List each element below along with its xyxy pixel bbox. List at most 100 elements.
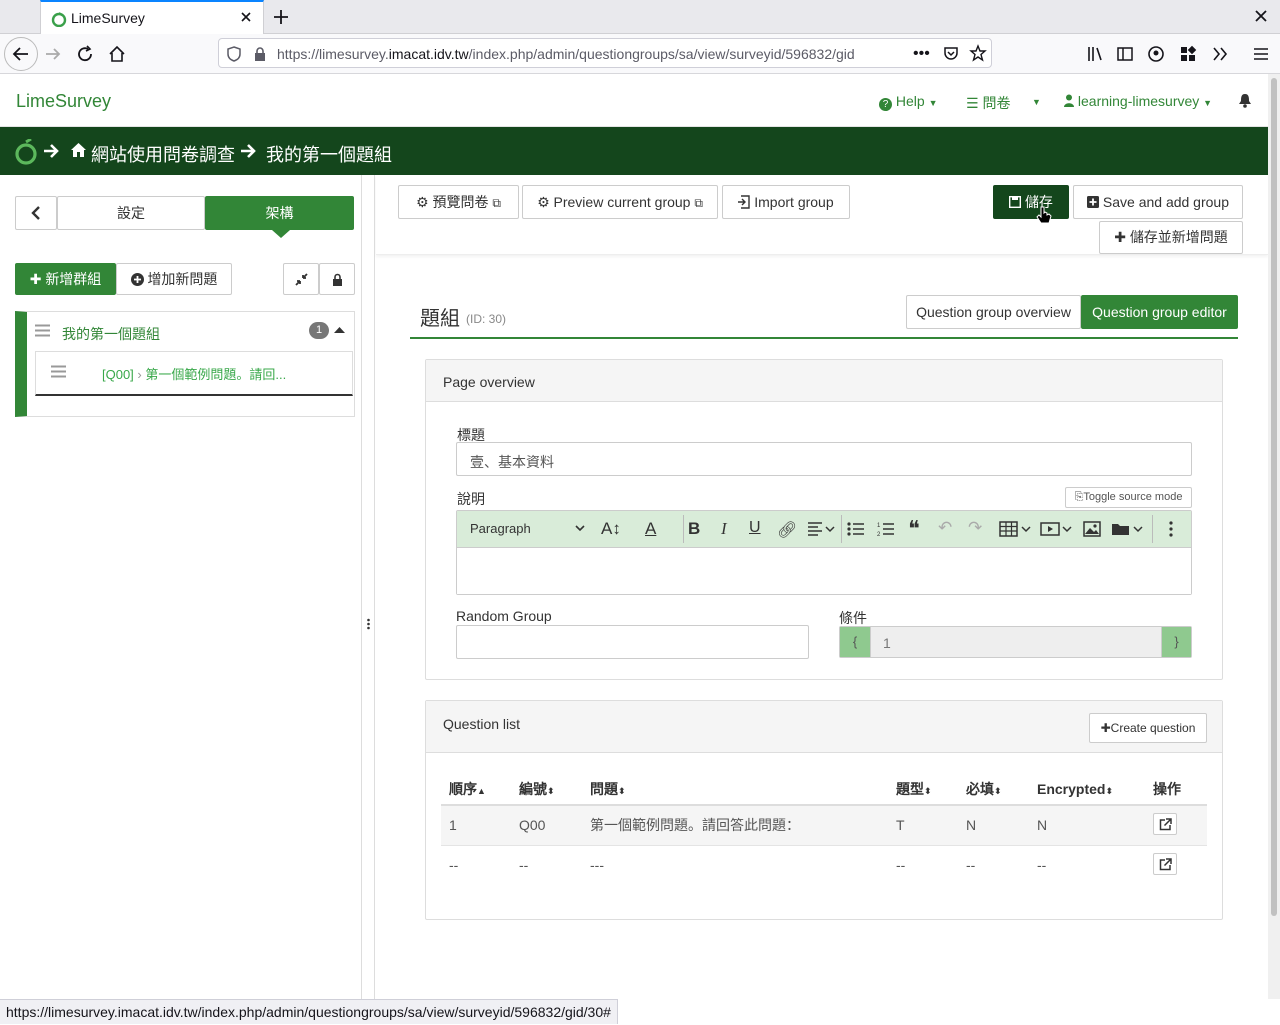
page-scrollbar[interactable] <box>1268 74 1280 999</box>
redo-icon[interactable]: ↷ <box>968 518 982 538</box>
scrollbar-thumb[interactable] <box>1271 78 1277 916</box>
browser-tab-bar: LimeSurvey <box>0 0 1280 34</box>
home-icon[interactable] <box>108 45 126 63</box>
overflow-chevron-icon[interactable] <box>1211 45 1229 63</box>
sidebar-resize-handle[interactable] <box>362 175 375 999</box>
column-header-encrypted[interactable]: Encrypted⬍ <box>1029 773 1145 806</box>
font-color-icon[interactable]: A <box>645 519 656 539</box>
description-editor-area[interactable] <box>457 549 1191 594</box>
column-header-question[interactable]: 問題⬍ <box>582 773 888 806</box>
reload-icon[interactable] <box>76 45 94 63</box>
question-list-panel: Question list ✚Create question 順序▲ 編號⬍ 問… <box>425 700 1223 920</box>
underline-icon[interactable]: U <box>749 519 761 537</box>
paragraph-format-select[interactable]: Paragraph <box>470 521 531 536</box>
random-group-input[interactable] <box>456 625 809 659</box>
app-header: LimeSurvey ? Help ▼ ☰ 問卷 ▼ learning-lime… <box>0 74 1268 127</box>
surveys-menu[interactable]: ☰ 問卷 <box>966 93 1010 113</box>
svg-text:2: 2 <box>877 532 881 537</box>
sidebar: 設定 架構 ✚ 新增群組 增加新問題 我的第一個題組 1 [Q00] › 第一個… <box>0 175 362 999</box>
pocket-icon[interactable] <box>943 45 959 61</box>
table-cell: 1 <box>441 804 511 845</box>
page-actions-icon[interactable]: ••• <box>913 45 930 63</box>
user-menu[interactable]: learning-limesurvey ▼ <box>1064 93 1212 109</box>
undo-icon[interactable]: ↶ <box>938 518 952 538</box>
caret-up-icon[interactable] <box>334 326 345 334</box>
font-size-icon[interactable]: A↕ <box>601 519 621 539</box>
preview-survey-button[interactable]: ⚙ 預覽問卷 ⧉ <box>398 185 519 219</box>
save-and-add-group-button[interactable]: Save and add group <box>1073 185 1243 219</box>
extensions-icon[interactable] <box>1179 45 1197 63</box>
bulleted-list-icon[interactable] <box>847 521 865 537</box>
table-icon[interactable] <box>999 521 1031 537</box>
arrow-right-icon <box>240 142 256 160</box>
active-tab-pointer <box>272 230 290 238</box>
column-header-type[interactable]: 題型⬍ <box>888 773 958 806</box>
add-group-button[interactable]: ✚ 新增群組 <box>15 263 116 295</box>
import-group-button[interactable]: Import group <box>722 185 850 219</box>
save-button[interactable]: 儲存 <box>993 185 1069 219</box>
numbered-list-icon[interactable]: 12 <box>877 521 895 537</box>
create-question-button[interactable]: ✚Create question <box>1089 713 1207 743</box>
gear-icon: ⚙ <box>537 194 550 210</box>
italic-icon[interactable]: I <box>721 519 727 539</box>
limesurvey-favicon-icon <box>51 11 67 27</box>
column-header-mandatory[interactable]: 必填⬍ <box>958 773 1029 806</box>
column-header-code[interactable]: 編號⬍ <box>511 773 582 806</box>
library-icon[interactable] <box>1086 45 1104 63</box>
group-name[interactable]: 我的第一個題組 <box>62 324 160 344</box>
title-input[interactable]: 壹、基本資料 <box>456 442 1192 476</box>
open-question-button[interactable] <box>1153 812 1177 835</box>
toolbar-divider <box>841 515 842 543</box>
external-link-icon <box>1159 818 1172 831</box>
lock-icon[interactable] <box>253 46 267 62</box>
collapse-sidebar-button[interactable] <box>15 196 57 230</box>
add-question-button[interactable]: 增加新問題 <box>116 263 232 295</box>
toggle-source-mode-button[interactable]: ⎘Toggle source mode <box>1065 487 1192 508</box>
drag-handle-icon[interactable] <box>35 324 50 337</box>
bold-icon[interactable]: B <box>688 519 700 539</box>
file-manager-icon[interactable] <box>1111 521 1143 537</box>
browser-tab[interactable]: LimeSurvey <box>40 0 264 34</box>
tab-structure[interactable]: 架構 <box>205 196 354 230</box>
table-cell: Q00 <box>511 804 582 845</box>
more-options-icon[interactable] <box>1169 521 1173 537</box>
link-icon[interactable]: 🔗︎ <box>777 520 797 540</box>
condition-input-group[interactable]: { 1 } <box>839 626 1192 658</box>
collapse-all-button[interactable] <box>283 263 319 295</box>
shield-icon[interactable] <box>227 46 241 62</box>
open-question-button[interactable] <box>1153 852 1177 875</box>
table-cell: N <box>958 804 1029 845</box>
sidebar-toggle-icon[interactable] <box>1116 45 1134 63</box>
back-icon[interactable] <box>4 37 38 71</box>
image-icon[interactable] <box>1083 521 1101 537</box>
tab-group-overview[interactable]: Question group overview <box>906 295 1081 329</box>
preview-group-button[interactable]: ⚙ Preview current group ⧉ <box>522 185 718 219</box>
drag-handle-icon[interactable] <box>51 365 66 378</box>
close-window-icon[interactable] <box>1254 9 1268 23</box>
url-bar[interactable]: https://limesurvey.imacat.idv.tw/index.p… <box>218 38 992 68</box>
save-and-add-question-button[interactable]: ✚ 儲存並新增問題 <box>1099 221 1243 254</box>
align-icon[interactable] <box>807 521 835 537</box>
tab-group-editor[interactable]: Question group editor <box>1081 295 1238 329</box>
media-embed-icon[interactable] <box>1040 521 1072 537</box>
lock-order-button[interactable] <box>319 263 355 295</box>
hamburger-menu-icon[interactable] <box>1252 45 1270 63</box>
table-cell <box>1145 804 1207 845</box>
account-icon[interactable] <box>1147 45 1165 63</box>
bookmark-star-icon[interactable] <box>969 44 987 62</box>
breadcrumb-survey[interactable]: 網站使用問卷調查 <box>91 141 235 167</box>
forward-icon[interactable] <box>44 45 62 63</box>
blockquote-icon[interactable]: ❝ <box>908 516 920 542</box>
new-tab-icon[interactable] <box>272 8 290 26</box>
surveys-dropdown-caret[interactable]: ▼ <box>1032 97 1041 107</box>
help-menu[interactable]: ? Help ▼ <box>879 93 938 111</box>
limesurvey-logo-icon[interactable] <box>14 139 38 165</box>
close-tab-icon[interactable] <box>239 10 253 24</box>
column-header-order[interactable]: 順序▲ <box>441 773 511 806</box>
external-link-icon: ⧉ <box>492 196 501 210</box>
brand-logo[interactable]: LimeSurvey <box>16 91 111 112</box>
question-item[interactable]: [Q00] › 第一個範例問題。請回... <box>35 351 353 396</box>
notification-bell-icon[interactable] <box>1238 93 1252 108</box>
editor-toolbar: Paragraph A↕ A B I U 🔗︎ 1 2 ❝ ↶ ↷ <box>457 511 1191 548</box>
tab-settings[interactable]: 設定 <box>57 196 205 230</box>
